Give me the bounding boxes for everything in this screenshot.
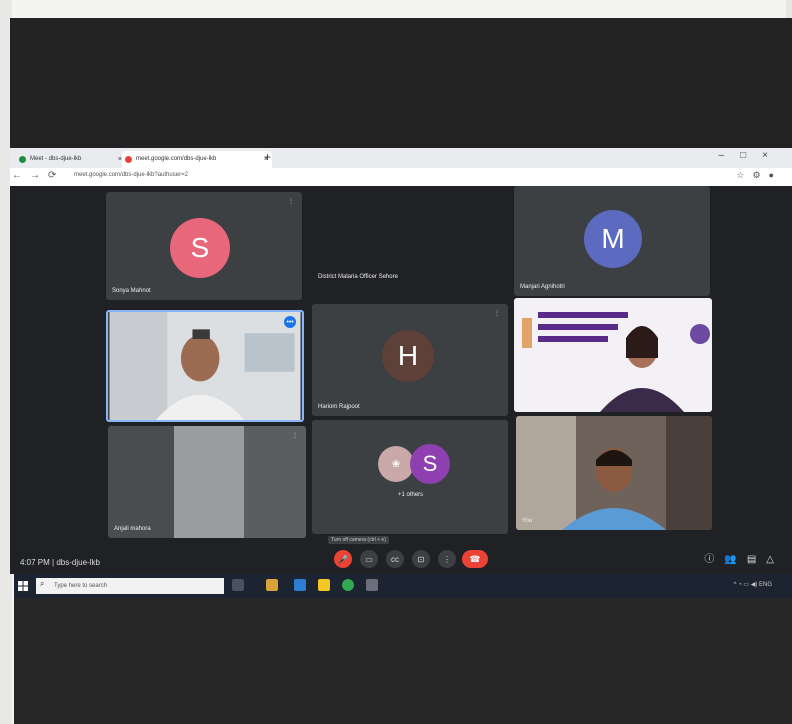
avatar: S [410, 444, 450, 484]
url-field[interactable]: meet.google.com/dbs-djue-lkb?authuser=2 [74, 172, 188, 178]
monitor-bottom [14, 598, 792, 724]
participant-tile[interactable]: District Malaria Officer Sehore [312, 192, 508, 300]
tab-label: Meet - dbs-djue-lkb [30, 156, 82, 162]
participant-tile[interactable]: M Manjari Agnihotri [514, 186, 710, 296]
avatar: H [382, 330, 434, 382]
address-bar: ←→⟳ meet.google.com/dbs-djue-lkb?authuse… [10, 168, 792, 187]
tooltip: Turn off camera (ctrl + e) [328, 536, 389, 544]
chrome-icon[interactable] [342, 579, 354, 591]
browser-tab[interactable]: Meet - dbs-djue-lkb × [16, 151, 126, 168]
speaking-indicator-icon: ••• [284, 316, 296, 328]
system-tray[interactable]: ^ ◔ ▭ ◀) ENG [734, 581, 772, 588]
meet-side-icons[interactable]: ⓘ👥▤△ [704, 550, 784, 565]
meet-grid: S ⋮ Sonya Mahnot District Malaria Office… [10, 186, 792, 574]
search-icon: ⌕ [40, 579, 45, 588]
others-count: +1 others [398, 492, 424, 498]
nav-arrows-icon[interactable]: ←→⟳ [12, 170, 64, 181]
monitor-top [10, 18, 792, 150]
participant-tile-self[interactable]: You [516, 416, 712, 530]
captions-button[interactable]: cc [386, 550, 404, 568]
participant-tile[interactable] [514, 298, 712, 412]
participant-tile[interactable]: ⋮ Anjali mahora [108, 426, 306, 538]
meeting-clock: 4:07 PM | dbs-djue-lkb [20, 558, 100, 567]
folder-icon[interactable] [318, 579, 330, 591]
meet-icon [125, 156, 132, 163]
meet-controls-bar: 4:07 PM | dbs-djue-lkb Turn off camera (… [10, 536, 792, 574]
participant-name: District Malaria Officer Sehore [318, 274, 398, 280]
mic-off-button[interactable]: 🎤 [334, 550, 352, 568]
participant-video [108, 426, 306, 538]
more-options-icon[interactable]: ⋮ [288, 198, 294, 205]
participant-video [514, 298, 712, 412]
more-options-icon[interactable]: ⋮ [494, 310, 500, 317]
new-tab-button[interactable]: + [264, 150, 271, 164]
extension-icons[interactable]: ☆⚙● [736, 170, 782, 181]
end-call-button[interactable]: ☎ [462, 550, 488, 568]
avatar: S [170, 218, 230, 278]
avatar: ❀ [378, 446, 414, 482]
browser-tabbar: Meet - dbs-djue-lkb × meet.google.com/db… [10, 148, 792, 168]
participant-name: Manjari Agnihotri [520, 284, 565, 290]
camera-button[interactable]: ▭ [360, 550, 378, 568]
edge-icon[interactable] [294, 579, 306, 591]
participant-name: Hariom Rajpoot [318, 404, 360, 410]
taskbar-search[interactable]: Type here to search [36, 578, 224, 594]
task-view-icon[interactable] [232, 579, 244, 591]
more-options-icon[interactable]: ⋮ [292, 432, 298, 439]
participant-name: You [522, 518, 533, 524]
participant-tile[interactable]: S ⋮ Sonya Mahnot [106, 192, 302, 300]
windows-start-icon[interactable] [18, 581, 28, 591]
participant-tile[interactable]: H ⋮ Hariom Rajpoot [312, 304, 508, 416]
participant-video [109, 312, 301, 420]
meet-icon [19, 156, 26, 163]
participant-tile-speaking[interactable]: ••• [106, 310, 304, 422]
file-explorer-icon[interactable] [266, 579, 278, 591]
tab-label: meet.google.com/dbs-djue-lkb [136, 156, 217, 162]
windows-taskbar: Type here to search ⌕ ^ ◔ ▭ ◀) ENG [14, 574, 792, 598]
app-icon[interactable] [366, 579, 378, 591]
participant-tile[interactable]: ❀ S +1 others [312, 420, 508, 534]
window-controls[interactable]: –□× [719, 150, 784, 161]
browser-tab-active[interactable]: meet.google.com/dbs-djue-lkb × [122, 151, 272, 168]
self-video [516, 416, 712, 530]
avatar: M [584, 210, 642, 268]
participant-name: Sonya Mahnot [112, 288, 151, 294]
more-options-button[interactable]: ⋮ [438, 550, 456, 568]
participant-name: Anjali mahora [114, 526, 151, 532]
present-button[interactable]: ⊡ [412, 550, 430, 568]
